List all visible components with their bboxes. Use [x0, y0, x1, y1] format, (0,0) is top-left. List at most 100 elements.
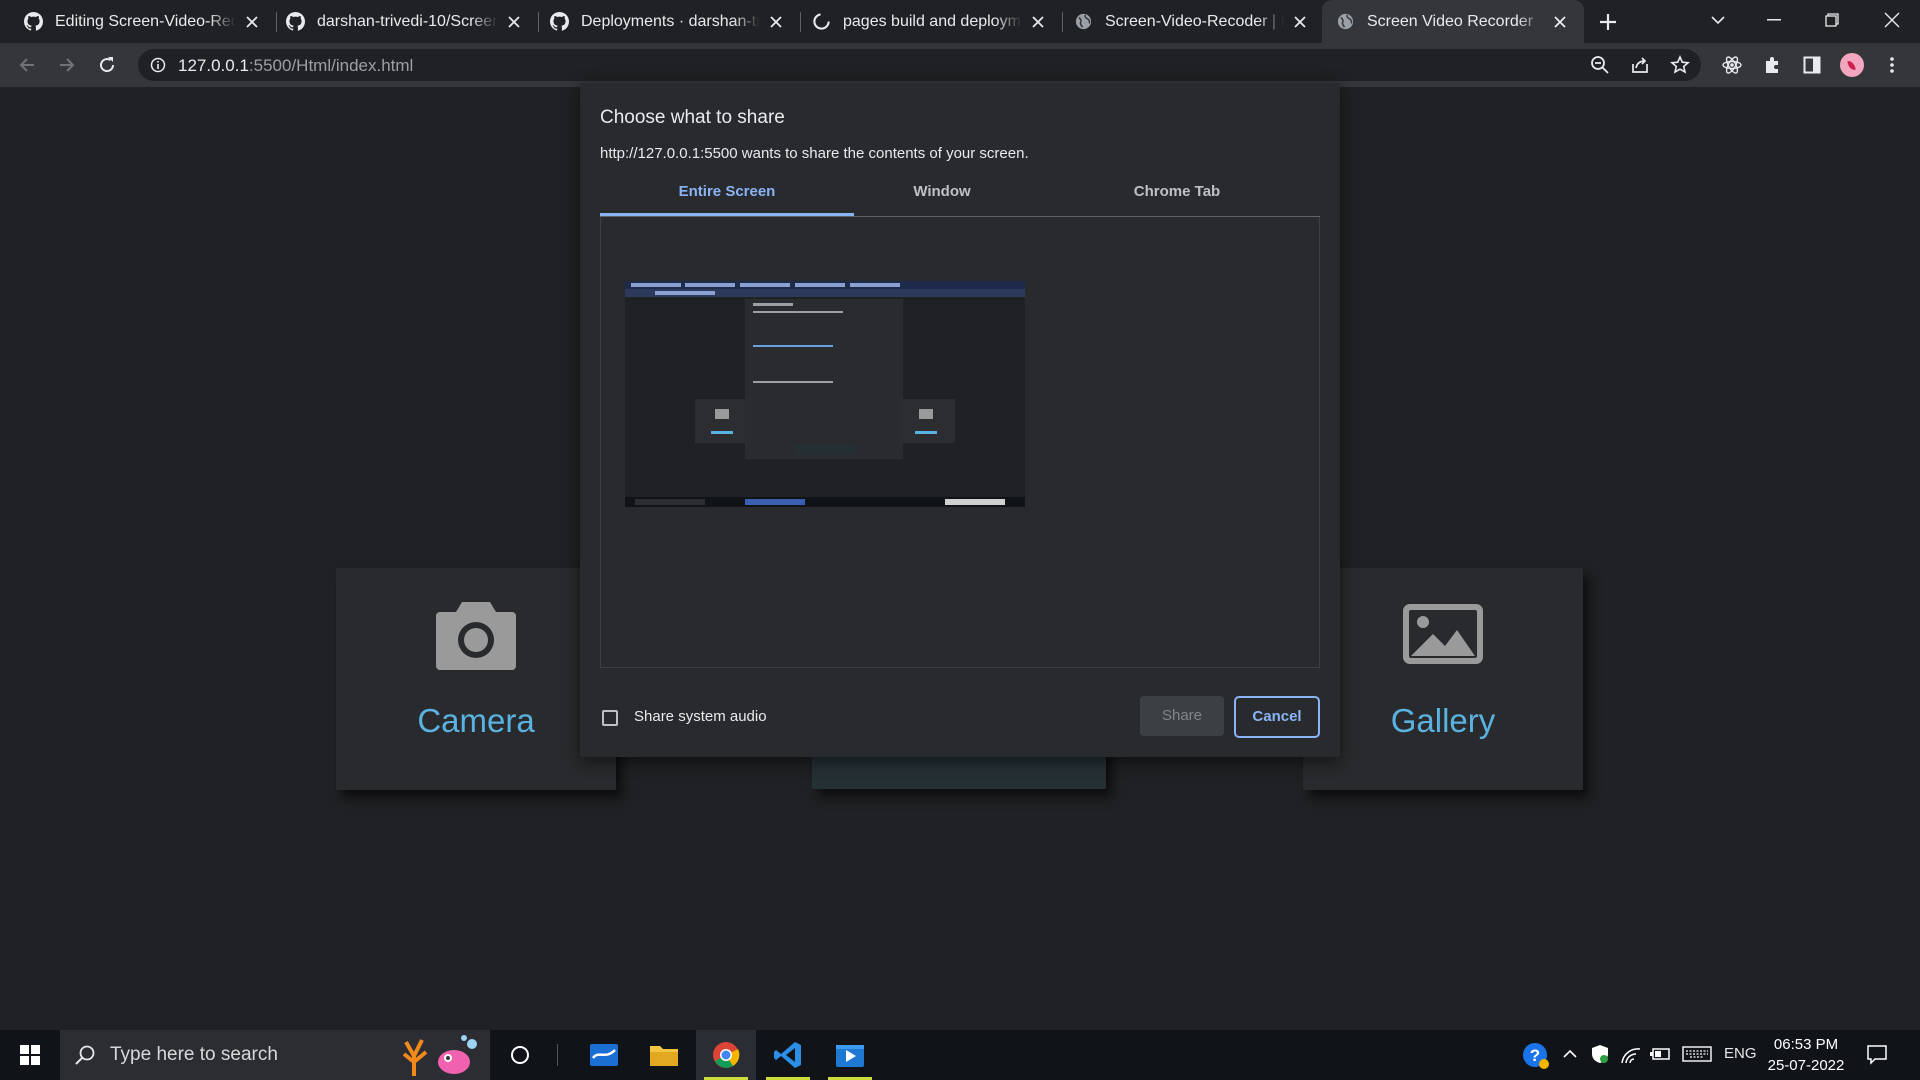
help-icon: ?: [1523, 1043, 1549, 1069]
url-path: :5500/Html/index.html: [248, 56, 414, 75]
vscode-icon: [774, 1042, 801, 1068]
keyboard-tray-icon[interactable]: [1682, 1046, 1712, 1067]
windows-taskbar: Type here to search ? ENG 06:53 PM 25-07…: [0, 1030, 1920, 1080]
gallery-label: Gallery: [1390, 702, 1496, 739]
tab-title: Screen-Video-Recoder | It is: [1105, 12, 1284, 30]
dialog-subtitle: http://127.0.0.1:5500 wants to share the…: [600, 145, 1029, 162]
search-placeholder: Type here to search: [110, 1044, 278, 1065]
side-panel-button[interactable]: [1800, 53, 1824, 77]
taskbar-media-player[interactable]: [820, 1030, 880, 1080]
minimize-button[interactable]: [1746, 0, 1802, 40]
svg-text:?: ?: [1530, 1046, 1540, 1065]
extension-react-devtools[interactable]: [1720, 53, 1744, 77]
github-loading-icon: [813, 13, 830, 30]
battery-icon: [1650, 1048, 1670, 1060]
close-icon[interactable]: [504, 12, 524, 32]
url-text[interactable]: 127.0.0.1:5500/Html/index.html: [178, 56, 413, 76]
close-icon[interactable]: [766, 12, 786, 32]
close-window-button[interactable]: [1864, 0, 1920, 40]
chevron-down-icon: [1711, 16, 1725, 25]
close-icon[interactable]: [242, 12, 262, 32]
help-tray-button[interactable]: ?: [1522, 1042, 1550, 1075]
extensions-button[interactable]: [1760, 53, 1784, 77]
plus-icon: [1600, 14, 1616, 30]
clock-date[interactable]: 25-07-2022: [1766, 1057, 1846, 1074]
tab-darshan-trivedi-repo[interactable]: darshan-trivedi-10/Screen-Video: [276, 0, 538, 43]
network-tray-icon[interactable]: [1620, 1045, 1642, 1070]
restore-icon: [1825, 13, 1839, 27]
screen-thumbnail[interactable]: [625, 281, 1025, 507]
search-highlight-illustration: [402, 1035, 477, 1076]
side-panel-icon: [1803, 56, 1821, 74]
tab-search-button[interactable]: [1690, 0, 1746, 40]
chrome-icon: [713, 1042, 740, 1068]
tab-title: Editing Screen-Video-Recoder: [55, 12, 236, 30]
share-audio-label: Share system audio: [634, 708, 767, 725]
media-player-icon: [836, 1045, 864, 1067]
restore-button[interactable]: [1804, 0, 1860, 40]
tab-deployments[interactable]: Deployments · darshan-trivedi: [538, 0, 800, 43]
reload-button[interactable]: [95, 53, 119, 77]
task-view-button[interactable]: [490, 1030, 550, 1080]
browser-toolbar: 127.0.0.1:5500/Html/index.html: [0, 43, 1920, 87]
notification-center-button[interactable]: [1866, 1044, 1888, 1071]
language-indicator[interactable]: ENG: [1724, 1045, 1757, 1062]
close-icon[interactable]: [1550, 12, 1570, 32]
arrow-right-icon: [60, 58, 75, 72]
dialog-title: Choose what to share: [600, 107, 785, 128]
show-hidden-icons-button[interactable]: [1562, 1046, 1578, 1067]
puzzle-icon: [1766, 57, 1778, 73]
kebab-menu-icon: [1890, 57, 1894, 73]
screen-preview-image: [625, 281, 1025, 507]
taskbar-vscode[interactable]: [758, 1030, 818, 1080]
tab-title: Screen Video Recorder: [1367, 12, 1534, 30]
share-button[interactable]: Share: [1140, 696, 1224, 736]
share-audio-checkbox[interactable]: [602, 710, 618, 726]
taskbar-divider: [557, 1044, 558, 1066]
cancel-button[interactable]: Cancel: [1234, 696, 1320, 738]
mail-app-icon: [590, 1044, 618, 1066]
arrow-left-icon: [19, 58, 34, 72]
search-icon: [75, 1045, 95, 1065]
close-icon[interactable]: [1290, 12, 1310, 32]
camera-card[interactable]: Camera: [336, 568, 616, 790]
address-bar[interactable]: 127.0.0.1:5500/Html/index.html: [138, 49, 1701, 81]
close-icon: [1884, 12, 1900, 28]
clock-time[interactable]: 06:53 PM: [1766, 1036, 1846, 1053]
tab-pages-build[interactable]: pages build and deployment: [800, 0, 1062, 43]
camera-icon: [436, 602, 516, 670]
source-list: [600, 217, 1320, 668]
tab-editing-screen-video-recoder[interactable]: Editing Screen-Video-Recoder: [0, 0, 276, 43]
forward-button[interactable]: [55, 53, 79, 77]
task-view-icon: [511, 1046, 529, 1064]
battery-tray-icon[interactable]: [1650, 1046, 1672, 1067]
taskbar-chrome[interactable]: [696, 1030, 756, 1080]
defender-tray-icon[interactable]: [1590, 1044, 1610, 1069]
tab-screen-video-recoder-pages[interactable]: Screen-Video-Recoder | It is: [1062, 0, 1324, 43]
share-page-icon[interactable]: [1630, 55, 1650, 75]
tab-screen-video-recorder[interactable]: Screen Video Recorder: [1322, 0, 1584, 43]
keyboard-icon: [1682, 1046, 1712, 1062]
taskbar-mail-app[interactable]: [574, 1030, 634, 1080]
tab-window[interactable]: Window: [834, 179, 1050, 219]
tab-chrome-tab[interactable]: Chrome Tab: [1050, 179, 1304, 219]
bookmark-star-icon[interactable]: [1670, 55, 1690, 75]
taskbar-file-explorer[interactable]: [634, 1030, 694, 1080]
close-icon[interactable]: [1028, 12, 1048, 32]
menu-button[interactable]: [1880, 53, 1904, 77]
profile-button[interactable]: [1840, 53, 1864, 77]
screen-share-dialog: Choose what to share http://127.0.0.1:55…: [580, 83, 1340, 757]
tab-selection-indicator: [600, 213, 854, 216]
start-button[interactable]: [0, 1030, 60, 1080]
gallery-card[interactable]: Gallery: [1303, 568, 1583, 790]
shield-icon: [1592, 1045, 1608, 1063]
new-tab-button[interactable]: [1596, 10, 1620, 34]
tab-title: Deployments · darshan-trivedi: [581, 12, 760, 30]
wifi-icon: [1621, 1048, 1641, 1064]
zoom-out-icon[interactable]: [1590, 55, 1610, 75]
camera-label: Camera: [417, 702, 535, 739]
globe-icon: [1075, 13, 1092, 30]
back-button[interactable]: [15, 53, 39, 77]
info-icon[interactable]: [150, 57, 166, 73]
taskbar-search-box[interactable]: Type here to search: [60, 1030, 490, 1080]
